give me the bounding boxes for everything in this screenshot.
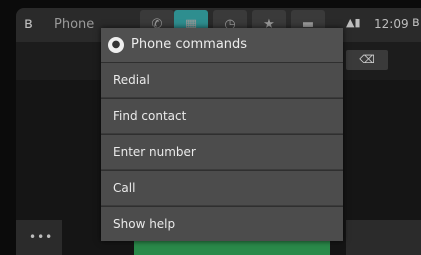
backspace-button[interactable]: ⌫ bbox=[346, 50, 388, 70]
menu-item-redial[interactable]: Redial bbox=[101, 62, 343, 97]
bottom-right-button[interactable] bbox=[346, 220, 421, 255]
popup-title: Phone commands bbox=[131, 37, 248, 52]
bluetooth-status-icon: ʙ bbox=[412, 15, 420, 30]
popup-header: ● Phone commands bbox=[101, 28, 343, 62]
bluetooth-icon: ʙ bbox=[24, 14, 33, 32]
signal-icon: ▲▮ bbox=[346, 16, 361, 29]
menu-item-show-help[interactable]: Show help bbox=[101, 206, 343, 241]
menu-item-find-contact[interactable]: Find contact bbox=[101, 98, 343, 133]
microphone-icon: ● bbox=[108, 37, 124, 53]
more-icon: ••• bbox=[29, 230, 54, 244]
clock: 12:09 bbox=[374, 17, 409, 31]
phone-commands-popup: ● Phone commands Redial Find contact Ent… bbox=[101, 28, 343, 241]
menu-item-enter-number[interactable]: Enter number bbox=[101, 134, 343, 169]
app-title: Phone bbox=[54, 17, 95, 32]
menu-item-call[interactable]: Call bbox=[101, 170, 343, 205]
